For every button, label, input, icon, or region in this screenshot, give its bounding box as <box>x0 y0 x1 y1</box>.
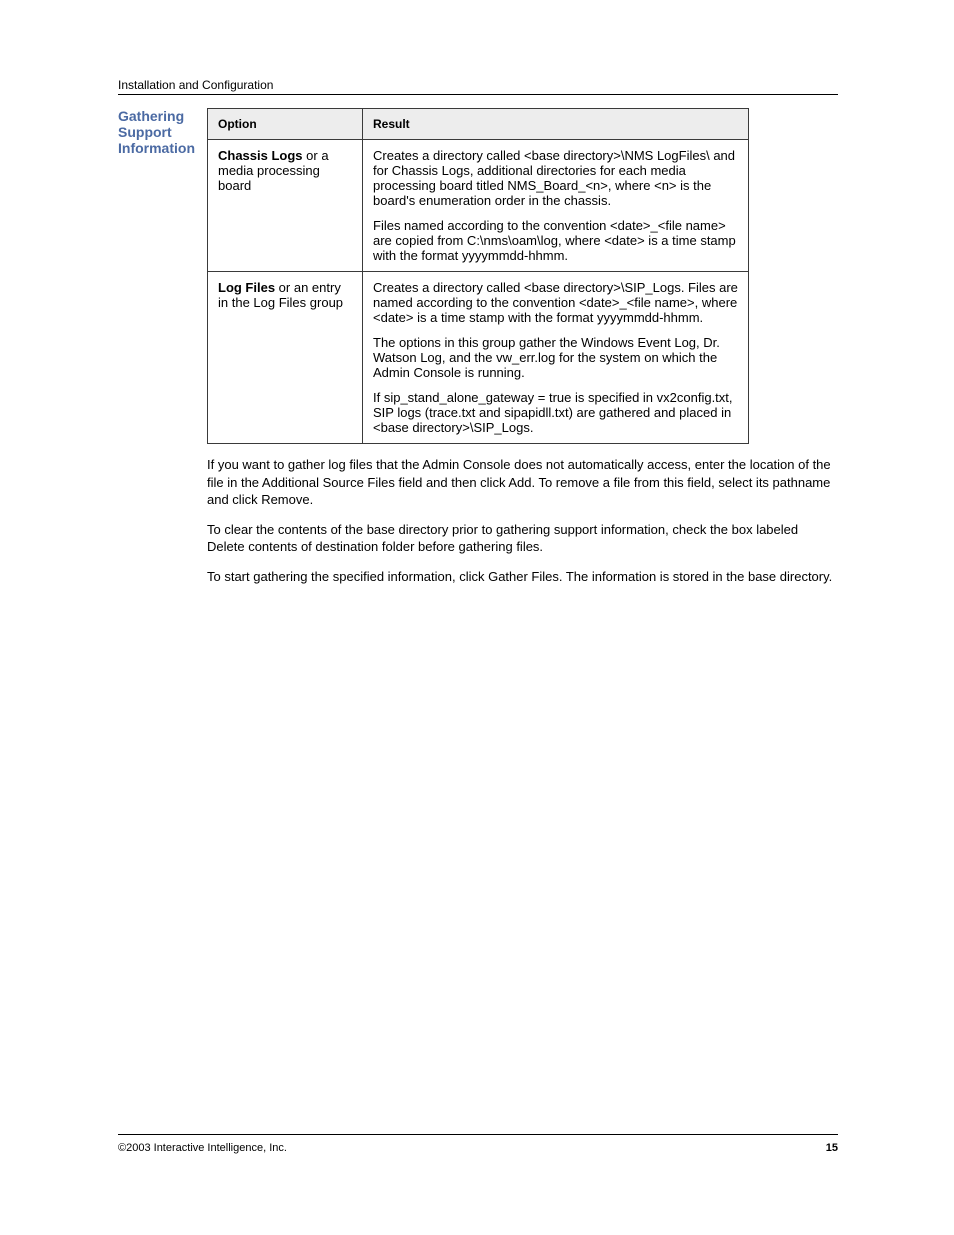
footer-copyright: ©2003 Interactive Intelligence, Inc. <box>118 1142 287 1154</box>
options-table: Option Result Chassis Logs or a media pr… <box>207 108 749 444</box>
table-header-row: Option Result <box>208 109 749 140</box>
col-result: Result <box>363 109 749 140</box>
cell-option: Log Files or an entry in the Log Files g… <box>208 272 363 444</box>
cell-result: Creates a directory called <base directo… <box>363 140 749 272</box>
cell-result: Creates a directory called <base directo… <box>363 272 749 444</box>
sidebar-heading: Gathering Support Information <box>118 108 195 156</box>
header-rule <box>118 94 838 95</box>
cell-option: Chassis Logs or a media processing board <box>208 140 363 272</box>
footer-page-number: 15 <box>826 1142 838 1154</box>
footer-rule <box>118 1134 838 1135</box>
header-section: Installation and Configuration <box>118 78 273 92</box>
table-row: Chassis Logs or a media processing board… <box>208 140 749 272</box>
col-option: Option <box>208 109 363 140</box>
body-text: If you want to gather log files that the… <box>207 456 838 585</box>
table-row: Log Files or an entry in the Log Files g… <box>208 272 749 444</box>
